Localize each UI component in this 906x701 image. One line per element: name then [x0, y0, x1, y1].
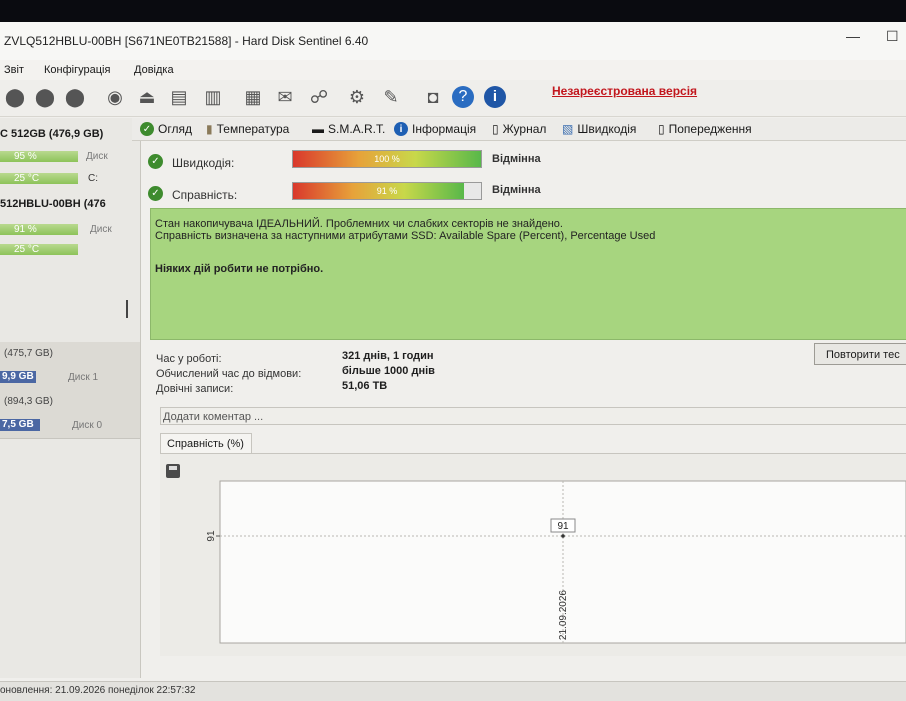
volume-used-bar: 9,9 GB	[0, 371, 36, 383]
ttf-value: більше 1000 днів	[342, 365, 435, 377]
report-icon[interactable]: ▦	[240, 84, 266, 110]
volume-row-2[interactable]: (894,3 GB)	[0, 390, 140, 415]
volume-row-1[interactable]: (475,7 GB)	[0, 342, 140, 367]
drive-health-bar: 95 %	[0, 151, 78, 162]
title-bar: ZVLQ512HBLU-00BH [S671NE0TB21588] - Hard…	[0, 22, 906, 60]
minimize-icon[interactable]: —	[846, 28, 860, 44]
message-line-2: Справність визначена за наступними атриб…	[155, 230, 656, 242]
speed-meter: 100 %	[292, 150, 482, 168]
health-label: Справність:	[172, 188, 238, 202]
network-icon[interactable]: ☍	[306, 84, 332, 110]
menu-report[interactable]: Звіт	[4, 64, 24, 76]
volume-row-2-usage[interactable]: 7,5 GB Диск 0	[0, 414, 140, 439]
chart-y-tick-label: 91	[206, 530, 217, 542]
uptime-label: Час у роботі:	[156, 353, 222, 365]
scrollbar-thumb[interactable]	[126, 300, 128, 318]
message-line-3: Ніяких дій робити не потрібно.	[155, 263, 324, 275]
menu-bar: Звіт Конфігурація Довідка	[0, 60, 906, 80]
disk-ok-icon[interactable]: ⬤	[32, 84, 58, 110]
chart-point	[561, 534, 565, 538]
add-comment-field[interactable]: Додати коментар ...	[160, 407, 906, 425]
volume-disk-label: Диск 0	[72, 420, 103, 431]
monitor-bezel	[0, 0, 906, 22]
speed-meter-text: 100 %	[374, 154, 400, 164]
health-verdict: Відмінна	[492, 184, 541, 196]
backup-icon[interactable]: ▥	[200, 84, 226, 110]
disk-refresh-icon[interactable]: ⬤	[62, 84, 88, 110]
performance-icon: ▧	[562, 122, 574, 136]
last-update-text: оновлення: 21.09.2026 понеділок 22:57:32	[0, 685, 196, 696]
repeat-test-button[interactable]: Повторити тес	[814, 343, 906, 365]
tools-icon[interactable]: ✎	[378, 84, 404, 110]
menu-configuration[interactable]: Конфігурація	[44, 64, 110, 76]
drives-icon[interactable]: ▤	[166, 84, 192, 110]
status-bar: оновлення: 21.09.2026 понеділок 22:57:32	[0, 681, 906, 701]
health-meter: 91 %	[292, 182, 482, 200]
eject-icon[interactable]: ⏏	[134, 84, 160, 110]
chart-point-label: 91	[557, 521, 569, 532]
chart-tab-health[interactable]: Справність (%)	[160, 433, 252, 453]
drive-temp-bar: 25 °C	[0, 173, 78, 184]
tab-overview[interactable]: ✓ Огляд	[140, 122, 192, 136]
check-icon: ✓	[140, 122, 154, 136]
health-ok-icon: ✓	[148, 186, 163, 201]
tab-bar: ✓ Огляд ▮ Температура ▬ S.M.A.R.T. i Інформа…	[132, 118, 906, 141]
uptime-value: 321 днів, 1 годин	[342, 350, 434, 362]
volume-disk-label: Диск 1	[68, 372, 99, 383]
help-icon[interactable]: ?	[450, 84, 476, 110]
disk-status-icon[interactable]: ⬤	[2, 84, 28, 110]
drive-list-panel: C 512GB (476,9 GB) 95 % Диск 25 °C C: 51…	[0, 118, 141, 678]
drive-disk-label: Диск	[90, 224, 112, 235]
writes-label: Довічні записи:	[156, 383, 234, 395]
volume-size: (475,7 GB)	[4, 348, 53, 359]
mail-icon[interactable]: ✉	[272, 84, 298, 110]
drive-health-bar: 91 %	[0, 224, 78, 235]
disk-surface-icon[interactable]: ◉	[102, 84, 128, 110]
smart-icon: ▬	[312, 122, 324, 136]
drive-name: C 512GB (476,9 GB)	[0, 128, 104, 140]
ttf-label: Обчислений час до відмови:	[156, 368, 302, 380]
volume-row-1-usage[interactable]: 9,9 GB Диск 1	[0, 366, 140, 391]
thermometer-icon: ▮	[206, 122, 213, 136]
chart-area: 91 91 21.09.2026	[160, 453, 906, 656]
settings-gear-icon[interactable]: ⚙	[344, 84, 370, 110]
maximize-icon[interactable]: ☐	[886, 28, 899, 45]
tab-smart[interactable]: ▬ S.M.A.R.T.	[312, 122, 385, 136]
writes-value: 51,06 TB	[342, 380, 388, 392]
health-chart: 91 91 21.09.2026	[206, 480, 906, 644]
drive-name: 512HBLU-00BH (476	[0, 198, 106, 210]
info-icon: i	[394, 122, 408, 136]
health-meter-text: 91 %	[376, 186, 398, 196]
speed-verdict: Відмінна	[492, 153, 541, 165]
tab-performance[interactable]: ▧ Швидкодія	[562, 122, 636, 136]
screenshot-icon[interactable]: ◘	[420, 84, 446, 110]
tab-information[interactable]: i Інформація	[394, 122, 476, 136]
unregistered-version-link[interactable]: Незареєстрована версія	[552, 84, 697, 98]
menu-help[interactable]: Довідка	[134, 64, 174, 76]
warning-doc-icon: ▯	[658, 122, 665, 136]
tab-log[interactable]: ▯ Журнал	[492, 122, 546, 136]
status-message-box: Стан накопичувача ІДЕАЛЬНИЙ. Проблемних …	[150, 208, 906, 340]
document-icon: ▯	[492, 122, 499, 136]
volume-used-bar: 7,5 GB	[0, 419, 40, 431]
drive-temp-bar: 25 °C	[0, 244, 78, 255]
tab-warnings[interactable]: ▯ Попередження	[658, 122, 752, 136]
window-title: ZVLQ512HBLU-00BH [S671NE0TB21588] - Hard…	[4, 34, 369, 48]
info-icon[interactable]: i	[482, 84, 508, 110]
tab-temperature[interactable]: ▮ Температура	[206, 122, 289, 136]
speed-label: Швидкодія:	[172, 156, 235, 170]
message-line-1: Стан накопичувача ІДЕАЛЬНИЙ. Проблемних …	[155, 218, 563, 230]
drive-disk-label: Диск	[86, 151, 108, 162]
speed-ok-icon: ✓	[148, 154, 163, 169]
drive-volume-label: C:	[88, 173, 98, 184]
chart-x-tick-label: 21.09.2026	[558, 590, 569, 640]
volume-size: (894,3 GB)	[4, 396, 53, 407]
toolbar: ⬤ ⬤ ⬤ ◉ ⏏ ▤ ▥ ▦ ✉ ☍ ⚙ ✎ ◘ ? i	[0, 80, 906, 117]
